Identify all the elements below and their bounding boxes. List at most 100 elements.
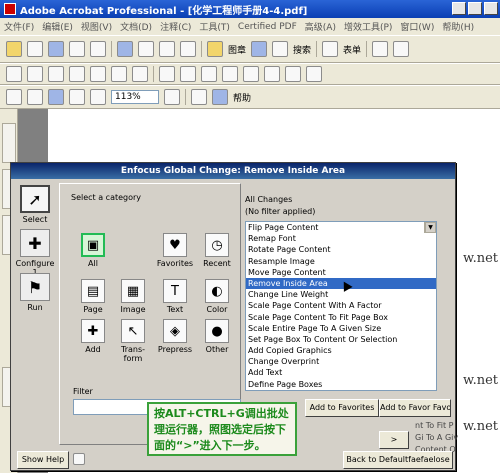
menu-certified-pdf[interactable]: Certified PDF <box>238 22 297 32</box>
back-to-default-button[interactable]: Back to Defaultfaefaelose <box>343 451 453 469</box>
sign-icon[interactable] <box>159 41 175 57</box>
help-question-icon[interactable] <box>73 453 85 465</box>
category-label: Image <box>120 305 146 314</box>
list-item[interactable]: Scale Page Content To Fit Page Box <box>246 312 436 323</box>
pen-tool-icon[interactable] <box>48 66 64 82</box>
category-all[interactable]: ▣ All <box>71 233 115 268</box>
category-text[interactable]: T Text <box>153 279 197 314</box>
scroll-down-icon[interactable]: ▼ <box>425 222 436 234</box>
help-icon[interactable] <box>212 89 228 105</box>
paperclip-icon[interactable] <box>180 41 196 57</box>
menu-help[interactable]: 帮助(H) <box>442 20 474 33</box>
check-tool-icon[interactable] <box>201 66 217 82</box>
menu-file[interactable]: 文件(F) <box>4 20 34 33</box>
globe-icon[interactable] <box>251 41 268 57</box>
category-favorites[interactable]: ♥ Favorites <box>153 233 197 268</box>
category-recent[interactable]: ◷ Recent <box>195 233 239 268</box>
step-run[interactable]: ⚑ Run <box>15 273 55 312</box>
save-icon[interactable] <box>48 41 64 57</box>
text-select-icon[interactable] <box>372 41 389 57</box>
rectangle-tool-icon[interactable] <box>27 66 43 82</box>
tools-icon[interactable] <box>306 66 322 82</box>
close-button[interactable] <box>484 2 498 15</box>
add-to-favorites-button-alt[interactable]: Add to Favor Favo <box>379 399 451 417</box>
search-icon[interactable] <box>272 41 289 57</box>
create-pdf-icon[interactable] <box>27 41 43 57</box>
open-icon[interactable] <box>6 41 22 57</box>
step-configure[interactable]: ✚ Configure 1 <box>15 229 55 277</box>
list-item[interactable]: Move Page Content <box>246 267 436 278</box>
menu-window[interactable]: 窗口(W) <box>400 20 434 33</box>
search-label[interactable]: 搜索 <box>293 43 311 56</box>
menu-comments[interactable]: 注释(C) <box>160 20 191 33</box>
zoom-out-icon[interactable] <box>90 89 106 105</box>
select-arrow-icon[interactable] <box>6 66 22 82</box>
list-text-fragment: Gi To A Giv <box>415 433 459 442</box>
list-item[interactable]: Flip Page Content <box>246 222 436 233</box>
text-tool-icon[interactable] <box>69 66 85 82</box>
pin-tool-icon[interactable] <box>111 66 127 82</box>
secure-icon[interactable] <box>138 41 154 57</box>
zoom-level-field[interactable]: 113% <box>111 90 159 104</box>
page-tool-icon[interactable] <box>159 66 175 82</box>
menu-tools[interactable]: 工具(T) <box>199 20 230 33</box>
menu-view[interactable]: 视图(V) <box>81 20 112 33</box>
menu-advanced[interactable]: 高级(A) <box>305 20 336 33</box>
category-page[interactable]: ▤ Page <box>71 279 115 314</box>
minimize-button[interactable] <box>452 2 466 15</box>
mail-tool-icon[interactable] <box>222 66 238 82</box>
category-image[interactable]: ▦ Image <box>111 279 155 314</box>
list-item[interactable]: Change Overprint <box>246 356 436 367</box>
instruction-annotation: 按ALT+CTRL+G调出批处理运行器，照图选定后按下面的“>”进入下一步。 <box>147 402 297 456</box>
stack-tool-icon[interactable] <box>285 66 301 82</box>
tab-bookmarks[interactable] <box>2 123 16 163</box>
actual-size-icon[interactable] <box>27 89 43 105</box>
image-tool-icon[interactable] <box>180 66 196 82</box>
rotate-view-icon[interactable] <box>191 89 207 105</box>
image-icon: ▦ <box>121 279 145 303</box>
pencil-tool-icon[interactable] <box>132 66 148 82</box>
category-add[interactable]: ✚ Add <box>71 319 115 354</box>
email-icon[interactable] <box>90 41 106 57</box>
list-item[interactable]: Scale Entire Page To A Given Size <box>246 323 436 334</box>
menu-edit[interactable]: 编辑(E) <box>42 20 73 33</box>
list-scrollbar[interactable]: ▲ ▼ <box>424 222 436 234</box>
fit-width-icon[interactable] <box>69 89 85 105</box>
category-transform[interactable]: ↖ Trans- form <box>111 319 155 363</box>
forms-label[interactable]: 表单 <box>343 43 361 56</box>
step-select[interactable]: ➚ Select <box>15 185 55 224</box>
crop-tool-icon[interactable] <box>243 66 259 82</box>
list-item[interactable]: Define Page Boxes <box>246 379 436 390</box>
text-touchup-icon[interactable] <box>393 41 410 57</box>
add-to-favorites-button[interactable]: Add to Favorites <box>305 399 379 417</box>
list-item[interactable]: Rotate Page Content <box>246 244 436 255</box>
menu-document[interactable]: 文档(D) <box>120 20 152 33</box>
category-prepress[interactable]: ◈ Prepress <box>153 319 197 354</box>
next-button[interactable]: > <box>379 431 409 449</box>
menu-plugins[interactable]: 增效工具(P) <box>344 20 392 33</box>
list-item[interactable]: Add Text <box>246 367 436 378</box>
stamp-icon[interactable] <box>207 41 223 57</box>
changes-list[interactable]: Flip Page Content Remap Font Rotate Page… <box>245 221 437 391</box>
category-other[interactable]: ● Other <box>195 319 239 354</box>
forms-icon[interactable] <box>322 41 339 57</box>
list-item[interactable]: Set Page Box To Content Or Selection <box>246 334 436 345</box>
list-item[interactable]: Resample Image <box>246 256 436 267</box>
maximize-button[interactable] <box>468 2 482 15</box>
help-label[interactable]: 帮助 <box>233 91 251 104</box>
category-color[interactable]: ◐ Color <box>195 279 239 314</box>
list-item[interactable]: Add Copied Graphics <box>246 345 436 356</box>
list-item[interactable]: Scale Page Content With A Factor <box>246 300 436 311</box>
list-item[interactable]: Remap Font <box>246 233 436 244</box>
zoom-in-plus-icon[interactable] <box>164 89 180 105</box>
review-icon[interactable] <box>117 41 133 57</box>
show-help-button[interactable]: Show Help <box>17 451 69 469</box>
zoom-in-icon[interactable] <box>6 89 22 105</box>
list-item[interactable]: Change Line Weight <box>246 289 436 300</box>
stamp-label[interactable]: 图章 <box>228 43 246 56</box>
fit-page-icon[interactable] <box>48 89 64 105</box>
layers-tool-icon[interactable] <box>264 66 280 82</box>
fill-tool-icon[interactable] <box>90 66 106 82</box>
print-icon[interactable] <box>69 41 85 57</box>
wizard-steps: ➚ Select ✚ Configure 1 ⚑ Run <box>15 185 55 465</box>
